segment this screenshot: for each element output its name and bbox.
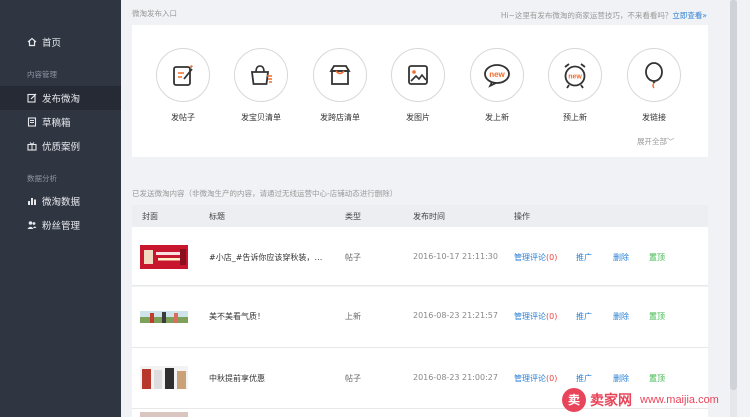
users-icon — [27, 220, 37, 230]
expand-all-toggle[interactable]: 展开全部﹀ — [637, 136, 675, 147]
sidebar-item-drafts[interactable]: 草稿箱 — [0, 110, 121, 134]
comment-count: (0) — [546, 253, 558, 262]
watermark-url: www.maijia.com — [640, 393, 719, 406]
publish-panel: 发帖子 发宝贝清单 发跨店清单 发图片 new 发上新 new 预上新 发链接 … — [132, 25, 708, 157]
publish-store-list-button[interactable]: 发跨店清单 — [313, 48, 367, 123]
edit-icon — [27, 93, 37, 103]
sidebar-item-weitao-data[interactable]: 微淘数据 — [0, 189, 121, 213]
row-time: 2016-08-23 21:21:57 — [413, 311, 498, 320]
header-type: 类型 — [345, 212, 361, 221]
promote-link[interactable]: 推广 — [576, 311, 592, 322]
watermark-text: 卖家网 — [590, 392, 632, 409]
publish-item-label: 发图片 — [406, 113, 430, 122]
cover-image[interactable] — [140, 311, 188, 323]
sidebar-item-publish[interactable]: 发布微淘 — [0, 86, 121, 110]
alarm-new-icon: new — [548, 48, 602, 102]
publish-item-label: 发链接 — [642, 113, 666, 122]
delete-link[interactable]: 删除 — [613, 311, 629, 322]
sidebar-item-cases[interactable]: 优质案例 — [0, 134, 121, 158]
publish-post-button[interactable]: 发帖子 — [156, 48, 210, 123]
header-time: 发布时间 — [413, 212, 445, 221]
balloon-link-icon — [627, 48, 681, 102]
manage-comments-link[interactable]: 管理评论(0) — [514, 311, 557, 322]
manage-comments-link[interactable]: 管理评论(0) — [514, 373, 557, 384]
sidebar-section-data: 数据分析 — [27, 174, 57, 183]
table-header: 封面 标题 类型 发布时间 操作 — [132, 205, 708, 227]
sidebar-item-label: 首页 — [42, 38, 62, 49]
tips-hint: Hi~这里有发布微淘的商家运营技巧，不来看看吗？立即查看» — [501, 10, 707, 21]
row-type: 帖子 — [345, 253, 361, 262]
row-time: 2016-08-23 21:00:27 — [413, 373, 498, 382]
sidebar-section-content: 内容管理 — [27, 70, 57, 79]
tips-hint-text: Hi~这里有发布微淘的商家运营技巧，不来看看吗？ — [500, 11, 673, 20]
sidebar-item-label: 草稿箱 — [42, 118, 71, 129]
sidebar-item-label: 微淘数据 — [42, 197, 81, 208]
home-icon — [27, 37, 37, 47]
publish-image-button[interactable]: 发图片 — [391, 48, 445, 123]
image-icon — [391, 48, 445, 102]
cover-image[interactable] — [140, 412, 188, 417]
table-row: #小店_#告诉你应该穿秋装，不... 帖子 2016-10-17 21:11:3… — [132, 227, 708, 286]
row-time: 2016-10-17 21:11:30 — [413, 252, 498, 261]
row-title[interactable]: #小店_#告诉你应该穿秋装，不... — [209, 252, 327, 263]
new-badge-icon: new — [470, 48, 524, 102]
bag-list-icon — [234, 48, 288, 102]
publish-link-button[interactable]: 发链接 — [627, 48, 681, 123]
publish-pre-new-button[interactable]: new 预上新 — [548, 48, 602, 123]
publish-panel-title: 微淘发布入口 — [132, 9, 177, 18]
header-title: 标题 — [209, 212, 225, 221]
manage-comments-link[interactable]: 管理评论(0) — [514, 252, 557, 263]
svg-text:new: new — [489, 70, 505, 79]
header-action: 操作 — [514, 212, 530, 221]
cover-image[interactable] — [140, 366, 188, 389]
page-scrollbar[interactable] — [718, 0, 750, 417]
publish-item-label: 发跨店清单 — [320, 113, 360, 122]
maijia-logo: 卖 — [562, 387, 586, 412]
publish-item-label: 发上新 — [485, 113, 509, 122]
manage-comments-label: 管理评论 — [514, 312, 546, 321]
list-note: 已发送微淘内容（非微淘生产的内容，请通过无线运营中心-店铺动态进行删除） — [132, 189, 398, 198]
svg-text:new: new — [568, 74, 582, 81]
header-cover: 封面 — [142, 212, 158, 221]
cover-image[interactable] — [140, 245, 188, 269]
row-type: 帖子 — [345, 374, 361, 383]
view-now-link[interactable]: 立即查看» — [672, 11, 707, 20]
post-edit-icon — [156, 48, 210, 102]
bar-chart-icon — [27, 196, 37, 206]
publish-bag-list-button[interactable]: 发宝贝清单 — [234, 48, 288, 123]
delete-link[interactable]: 删除 — [613, 252, 629, 263]
gift-icon — [27, 141, 37, 151]
sidebar: 首页 内容管理 发布微淘 草稿箱 优质案例 数据分析 微淘数据 粉丝管理 — [0, 0, 121, 417]
promote-link[interactable]: 推广 — [576, 252, 592, 263]
table-row: 美不美看气质！ 上新 2016-08-23 21:21:57 管理评论(0) 推… — [132, 287, 708, 348]
pin-top-link[interactable]: 置顶 — [649, 252, 665, 263]
row-title[interactable]: 美不美看气质！ — [209, 311, 265, 322]
manage-comments-label: 管理评论 — [514, 374, 546, 383]
sidebar-item-home[interactable]: 首页 — [0, 30, 121, 54]
sidebar-item-label: 优质案例 — [42, 142, 81, 153]
row-title[interactable]: 中秋提前享优惠 — [209, 373, 265, 384]
draft-icon — [27, 117, 37, 127]
manage-comments-label: 管理评论 — [514, 253, 546, 262]
sidebar-item-fans[interactable]: 粉丝管理 — [0, 213, 121, 237]
pin-top-link[interactable]: 置顶 — [649, 311, 665, 322]
main-content: 微淘发布入口 Hi~这里有发布微淘的商家运营技巧，不来看看吗？立即查看» 发帖子 — [121, 0, 718, 417]
publish-item-label: 发宝贝清单 — [241, 113, 281, 122]
store-box-icon — [313, 48, 367, 102]
site-watermark: 卖 卖家网 www.maijia.com — [562, 382, 750, 417]
row-type: 上新 — [345, 312, 361, 321]
publish-item-label: 发帖子 — [171, 113, 195, 122]
comment-count: (0) — [546, 374, 558, 383]
publish-item-label: 预上新 — [563, 113, 587, 122]
scroll-thumb[interactable] — [730, 0, 737, 390]
sidebar-item-label: 发布微淘 — [42, 94, 81, 105]
publish-new-button[interactable]: new 发上新 — [470, 48, 524, 123]
comment-count: (0) — [546, 312, 558, 321]
sidebar-item-label: 粉丝管理 — [42, 221, 81, 232]
